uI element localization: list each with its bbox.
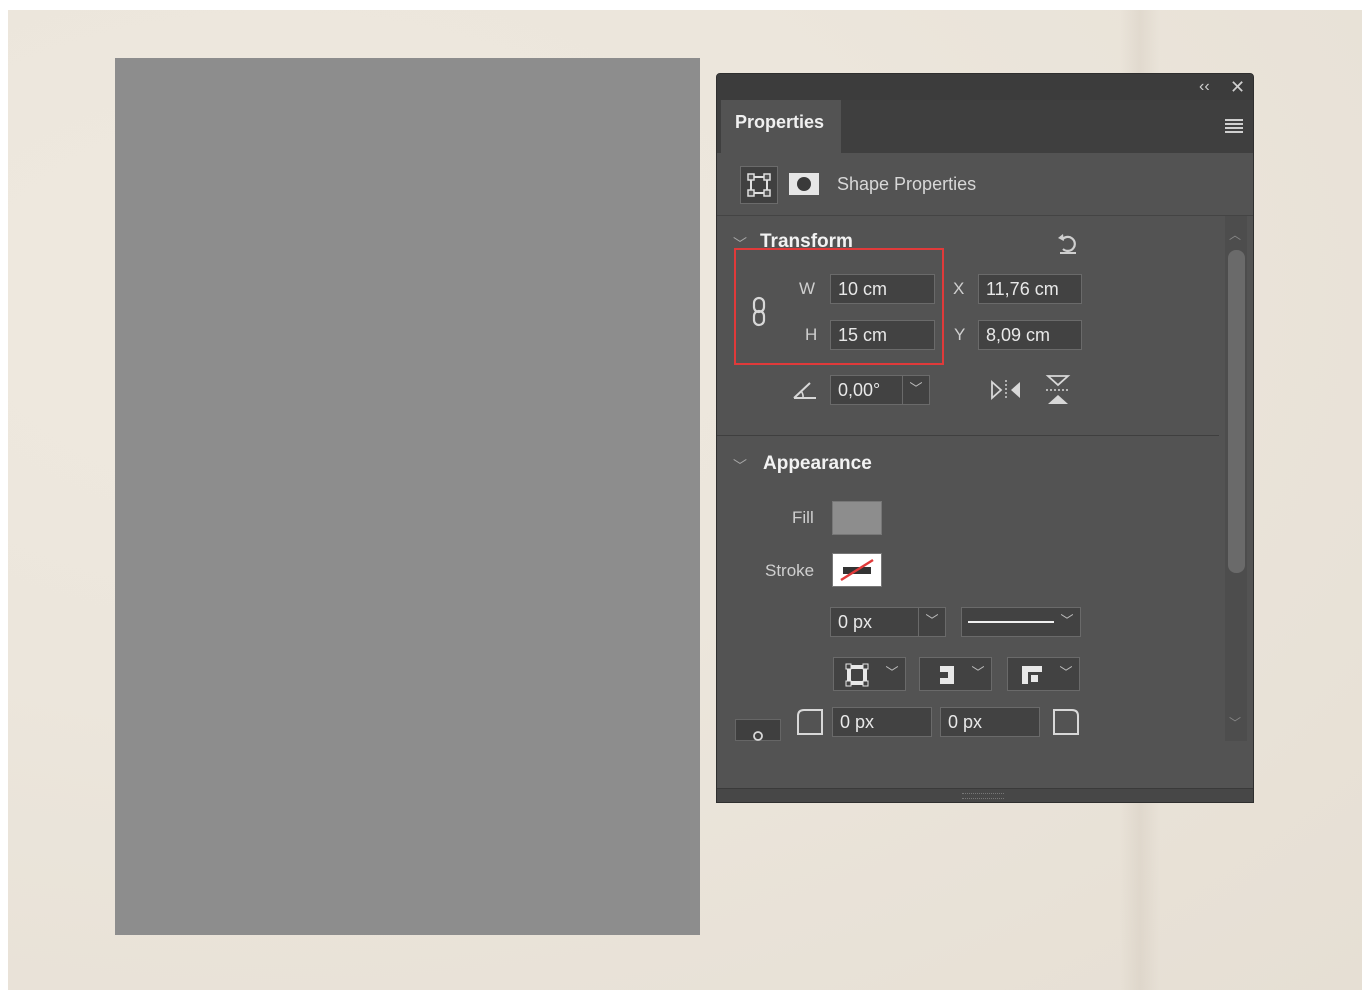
stroke-align-icon bbox=[845, 663, 869, 687]
no-stroke-icon bbox=[840, 558, 874, 582]
stroke-width-dropdown[interactable]: 0 px ﹀ bbox=[830, 607, 946, 637]
mask-mode-button[interactable] bbox=[786, 166, 824, 204]
panel-tab-row: Properties bbox=[717, 100, 1253, 153]
flip-vertical-icon[interactable] bbox=[1043, 373, 1073, 407]
reset-transform-icon[interactable] bbox=[1054, 229, 1082, 257]
transform-mode-button[interactable] bbox=[740, 166, 778, 204]
stroke-cap-icon bbox=[936, 666, 954, 684]
corner-top-left-icon bbox=[797, 709, 823, 735]
angle-icon bbox=[793, 382, 816, 399]
x-position-input[interactable]: 11,76 cm bbox=[978, 274, 1082, 304]
rectangle-shape[interactable] bbox=[115, 58, 700, 935]
shape-properties-label: Shape Properties bbox=[837, 174, 977, 194]
resize-grip-icon[interactable] bbox=[962, 793, 1004, 799]
stroke-align-dropdown[interactable]: ﹀ bbox=[833, 657, 906, 691]
corner-top-right-icon bbox=[1053, 709, 1079, 735]
corner-radius-top-right-input[interactable]: 0 px bbox=[940, 707, 1040, 737]
section-divider bbox=[717, 435, 1219, 436]
solid-line-icon bbox=[968, 621, 1054, 623]
stroke-join-dropdown[interactable]: ﹀ bbox=[1007, 657, 1080, 691]
stroke-swatch[interactable] bbox=[832, 553, 882, 587]
stroke-label: Stroke bbox=[765, 561, 815, 580]
chevron-down-icon: ﹀ bbox=[1059, 665, 1073, 680]
x-label: X bbox=[953, 279, 965, 298]
y-position-input[interactable]: 8,09 cm bbox=[978, 320, 1082, 350]
tab-properties-label: Properties bbox=[735, 112, 825, 132]
scroll-down-icon[interactable]: ﹀ bbox=[1229, 714, 1241, 731]
chevron-down-icon: ﹀ bbox=[918, 608, 945, 636]
stroke-style-dropdown[interactable]: ﹀ bbox=[961, 607, 1081, 637]
flip-horizontal-icon[interactable] bbox=[989, 378, 1023, 402]
link-corners-button[interactable] bbox=[735, 719, 781, 741]
tab-properties[interactable]: Properties bbox=[721, 100, 841, 153]
stroke-cap-dropdown[interactable]: ﹀ bbox=[919, 657, 992, 691]
corner-radius-top-left-input[interactable]: 0 px bbox=[832, 707, 932, 737]
scroll-up-icon[interactable]: ︿ bbox=[1229, 226, 1241, 243]
chevron-down-icon: ﹀ bbox=[902, 376, 929, 404]
highlight-annotation bbox=[734, 248, 944, 365]
stroke-width-value: 0 px bbox=[838, 612, 873, 632]
close-icon[interactable]: ✕ bbox=[1230, 77, 1245, 97]
appearance-chevron-icon[interactable]: ﹀ bbox=[733, 456, 747, 476]
panel-menu-icon[interactable] bbox=[1225, 119, 1243, 133]
scrollbar-thumb[interactable] bbox=[1228, 250, 1245, 573]
mask-icon bbox=[789, 173, 819, 195]
chevron-down-icon: ﹀ bbox=[971, 665, 985, 680]
chevron-down-icon: ﹀ bbox=[1060, 613, 1074, 628]
bounding-box-icon bbox=[747, 173, 771, 197]
y-label: Y bbox=[954, 325, 966, 344]
fill-label: Fill bbox=[792, 508, 814, 527]
appearance-section-title: Appearance bbox=[763, 453, 872, 474]
angle-dropdown[interactable]: 0,00° ﹀ bbox=[830, 375, 930, 405]
fill-swatch[interactable] bbox=[832, 501, 882, 535]
properties-panel: ‹‹ ✕ Properties Shape Properties ﹀ Trans… bbox=[716, 73, 1254, 803]
collapse-icon[interactable]: ‹‹ bbox=[1199, 77, 1210, 97]
angle-value: 0,00° bbox=[838, 380, 881, 400]
chevron-down-icon: ﹀ bbox=[885, 665, 899, 680]
link-icon bbox=[753, 731, 763, 741]
stroke-join-icon bbox=[1022, 666, 1042, 684]
panel-topbar: ‹‹ ✕ bbox=[717, 74, 1253, 100]
